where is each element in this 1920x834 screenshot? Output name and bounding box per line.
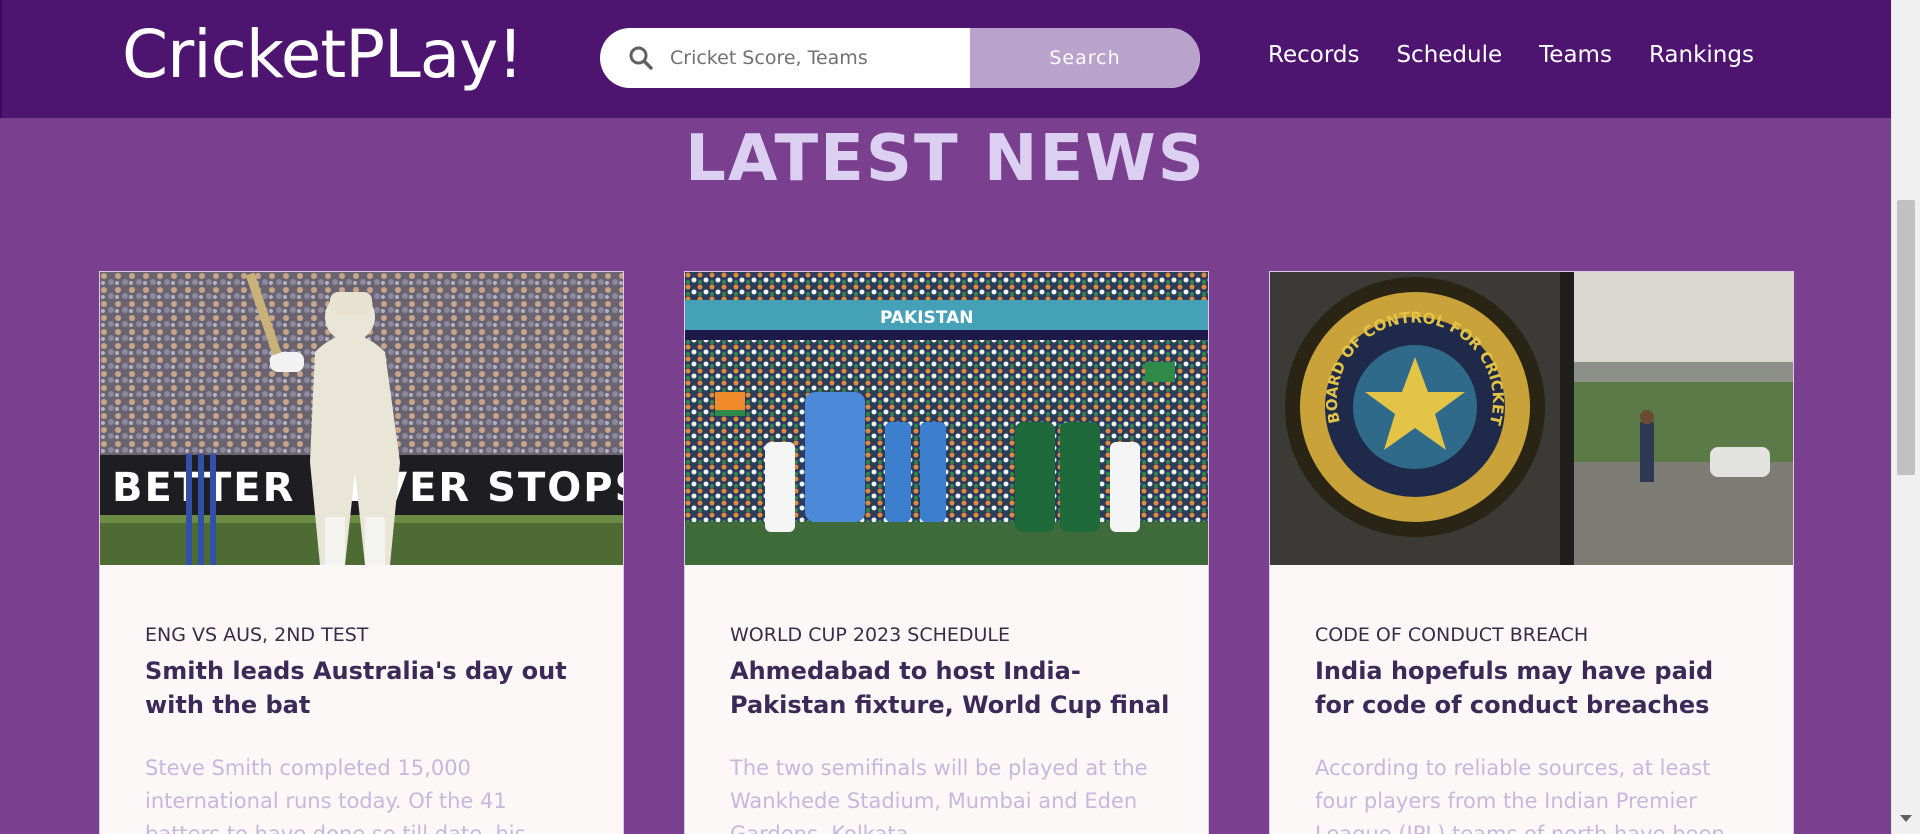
bcci-office-photo: BOARD OF CONTROL FOR CRICKET IN INDIA <box>1270 272 1793 565</box>
news-card[interactable]: BETTER NEVER STOPS ENG VS AUS, 2ND TEST … <box>99 271 624 834</box>
nav-link-teams[interactable]: Teams <box>1539 42 1612 68</box>
news-card-excerpt: Steve Smith completed 15,000 internation… <box>145 756 526 834</box>
search-button[interactable]: Search <box>970 28 1200 88</box>
nav-link-schedule[interactable]: Schedule <box>1396 42 1502 68</box>
news-card-tag: CODE OF CONDUCT BREACH <box>1315 624 1589 646</box>
news-card-tag: WORLD CUP 2023 SCHEDULE <box>730 624 1011 646</box>
news-card-image[interactable]: PAKISTAN <box>685 272 1208 565</box>
search-input[interactable] <box>670 28 970 88</box>
teams-walkout-photo: PAKISTAN <box>685 272 1208 565</box>
news-card[interactable]: BOARD OF CONTROL FOR CRICKET IN INDIA CO… <box>1269 271 1794 834</box>
news-card-image[interactable]: BOARD OF CONTROL FOR CRICKET IN INDIA <box>1270 272 1793 565</box>
svg-text:PAKISTAN: PAKISTAN <box>880 308 973 328</box>
nav-link-records[interactable]: Records <box>1268 42 1359 68</box>
nav-link-rankings[interactable]: Rankings <box>1649 42 1754 68</box>
batsman-photo: BETTER NEVER STOPS <box>100 272 623 565</box>
news-card-tag: ENG VS AUS, 2ND TEST <box>145 624 369 646</box>
page-viewport: CricketPLay! Search Records Schedule Tea… <box>0 0 1891 834</box>
section-title: LATEST NEWS <box>685 122 1206 196</box>
news-card-title[interactable]: Smith leads Australia's day out with the… <box>145 654 585 722</box>
main-nav: Records Schedule Teams Rankings <box>1268 42 1791 68</box>
scrollbar-thumb[interactable] <box>1897 200 1915 475</box>
page-scrollbar[interactable] <box>1891 0 1920 834</box>
search-bar: Search <box>600 28 1200 88</box>
news-card[interactable]: PAKISTAN WORLD CUP 2023 SCHEDULE Ahmedab… <box>684 271 1209 834</box>
news-card-excerpt: The two semifinals will be played at the… <box>730 756 1148 834</box>
news-card-title[interactable]: India hopefuls may have paid for code of… <box>1315 654 1755 722</box>
top-navbar: CricketPLay! Search Records Schedule Tea… <box>0 0 1891 118</box>
news-card-image[interactable]: BETTER NEVER STOPS <box>100 272 623 565</box>
search-icon <box>629 46 653 70</box>
site-logo[interactable]: CricketPLay! <box>122 16 524 93</box>
news-card-excerpt: According to reliable sources, at least … <box>1315 756 1725 834</box>
news-card-title[interactable]: Ahmedabad to host India-Pakistan fixture… <box>730 654 1170 722</box>
scroll-down-arrow-icon[interactable] <box>1900 815 1912 822</box>
